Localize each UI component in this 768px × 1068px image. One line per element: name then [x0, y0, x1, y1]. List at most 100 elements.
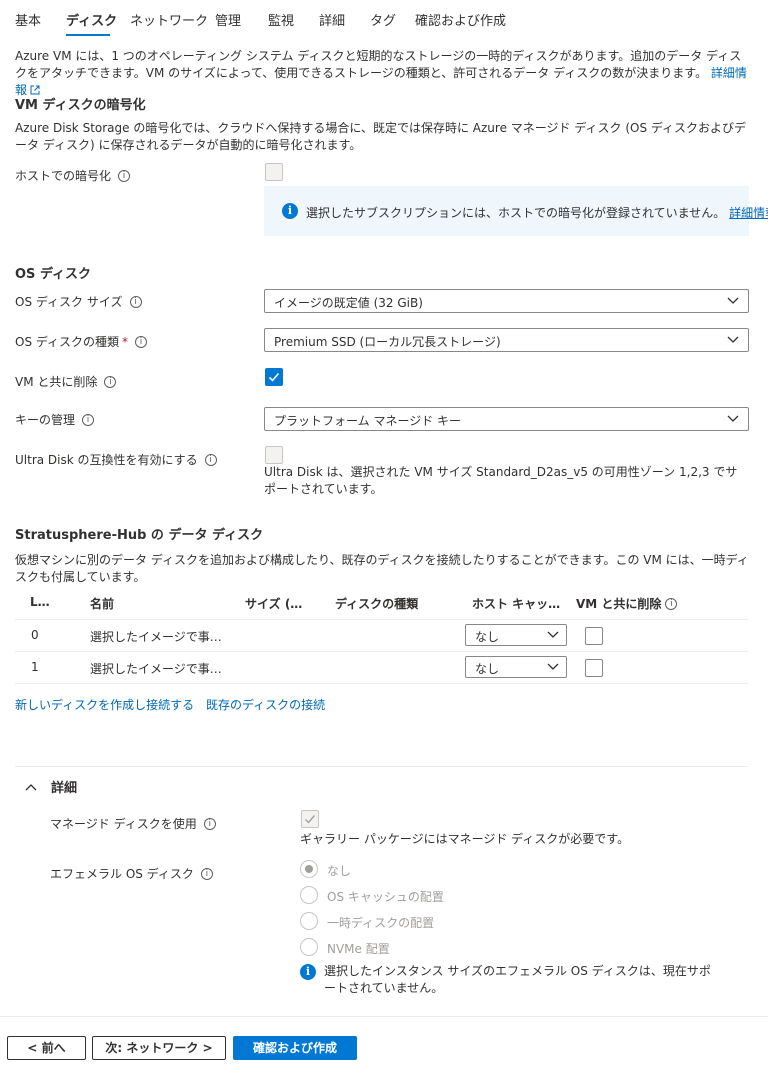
create-attach-disk-link[interactable]: 新しいディスクを作成し接続する [15, 696, 194, 713]
info-icon[interactable]: i [204, 453, 217, 466]
delete-with-vm-label-text: VM と共に削除 [15, 375, 98, 389]
tab-bar: 基本 ディスク ネットワーク 管理 監視 詳細 タグ 確認および作成 [0, 0, 768, 38]
tab-basics[interactable]: 基本 [15, 10, 41, 29]
row-divider [15, 683, 748, 684]
tab-management[interactable]: 管理 [215, 10, 241, 29]
ephemeral-os-disk-label: エフェメラル OS ディスク i [50, 865, 213, 882]
column-header-delete-with-vm-text: VM と共に削除 [576, 597, 662, 611]
tab-tags[interactable]: タグ [370, 10, 396, 29]
key-management-dropdown[interactable]: プラットフォーム マネージド キー [264, 407, 749, 431]
tab-advanced[interactable]: 詳細 [319, 10, 345, 29]
checkmark-icon [305, 815, 316, 824]
data-disks-description: 仮想マシンに別のデータ ディスクを追加および構成したり、既存のディスクを接続した… [15, 553, 749, 584]
os-disk-type-label-text: OS ディスクの種類 [15, 335, 120, 349]
notice-text-wrap: 選択したサブスクリプションには、ホストでの暗号化が登録されていません。 詳細情報 [306, 204, 768, 221]
column-header-disk-type: ディスクの種類 [335, 597, 419, 611]
row-delete-with-vm-checkbox[interactable] [585, 659, 603, 677]
ultra-disk-checkbox[interactable] [265, 446, 283, 464]
ephemeral-note: 選択したインスタンス サイズのエフェメラル OS ディスクは、現在サポートされて… [324, 964, 711, 995]
info-icon[interactable]: i [82, 413, 95, 426]
chevron-down-icon [547, 663, 559, 670]
chevron-up-icon [25, 783, 37, 790]
notice-learn-more-label: 詳細情報 [729, 206, 768, 220]
managed-disks-label-text: マネージド ディスクを使用 [50, 817, 197, 831]
key-management-label-text: キーの管理 [15, 413, 76, 427]
info-icon[interactable]: i [200, 867, 213, 880]
host-encryption-label: ホストでの暗号化 i [15, 167, 131, 184]
chevron-down-icon [727, 336, 739, 343]
required-asterisk: * [122, 334, 129, 349]
encryption-description: Azure Disk Storage の暗号化では、クラウドへ保持する場合に、既… [15, 121, 747, 152]
os-disk-size-dropdown[interactable]: イメージの既定値 (32 GiB) [264, 289, 749, 313]
data-disks-heading: Stratusphere-Hub の データ ディスク [15, 528, 264, 543]
ultra-disk-label-text: Ultra Disk の互換性を有効にする [15, 453, 198, 467]
tab-disks[interactable]: ディスク [66, 10, 117, 29]
section-divider [15, 766, 748, 767]
os-disk-heading: OS ディスク [15, 267, 92, 282]
host-encryption-notice: i 選択したサブスクリプションには、ホストでの暗号化が登録されていません。 詳細… [264, 186, 768, 236]
host-cache-value: なし [475, 662, 500, 676]
ephemeral-option-nvme-radio[interactable] [300, 938, 318, 956]
info-icon[interactable]: i [118, 169, 131, 182]
tab-monitoring[interactable]: 監視 [268, 10, 294, 29]
managed-disks-label: マネージド ディスクを使用 i [50, 815, 216, 832]
previous-button[interactable]: < 前へ [7, 1036, 86, 1060]
advanced-section-toggle[interactable]: 詳細 [25, 777, 77, 796]
info-filled-icon: i [282, 203, 298, 219]
ephemeral-option-temp-disk-radio[interactable] [300, 912, 318, 930]
managed-disks-checkbox[interactable] [301, 810, 319, 828]
notice-learn-more-link[interactable]: 詳細情報 [729, 206, 768, 220]
info-icon[interactable]: i [135, 335, 148, 348]
os-disk-size-label-text: OS ディスク サイズ [15, 295, 123, 309]
row-divider [15, 651, 748, 652]
row-delete-with-vm-checkbox[interactable] [585, 627, 603, 645]
key-management-label: キーの管理 i [15, 411, 95, 428]
host-cache-dropdown[interactable]: なし [465, 656, 567, 678]
host-cache-dropdown[interactable]: なし [465, 624, 567, 646]
info-icon[interactable]: i [203, 817, 216, 830]
host-cache-value: なし [475, 630, 500, 644]
info-icon[interactable]: i [665, 597, 678, 610]
host-encryption-notice-text: 選択したサブスクリプションには、ホストでの暗号化が登録されていません。 [306, 206, 726, 220]
advanced-heading: 詳細 [51, 781, 78, 796]
column-header-name: 名前 [90, 597, 115, 611]
encryption-heading: VM ディスクの暗号化 [15, 98, 146, 113]
footer-divider [0, 1016, 768, 1017]
intro-text: Azure VM には、1 つのオペレーティング システム ディスクと短期的なス… [15, 48, 753, 99]
row-divider [15, 619, 748, 620]
ephemeral-option-none-radio[interactable] [300, 860, 318, 878]
delete-with-vm-checkbox[interactable] [265, 368, 283, 386]
attach-existing-disk-link[interactable]: 既存のディスクの接続 [206, 696, 325, 713]
column-header-delete-with-vm: VM と共に削除 i [576, 595, 678, 612]
chevron-down-icon [727, 297, 739, 304]
info-icon[interactable]: i [129, 295, 142, 308]
column-header-lun: L… [30, 595, 50, 609]
row-name: 選択したイメージで事… [90, 662, 222, 676]
column-header-host-cache: ホスト キャッ… [472, 597, 561, 611]
host-encryption-checkbox[interactable] [265, 163, 283, 181]
ephemeral-option-os-cache-radio[interactable] [300, 886, 318, 904]
os-disk-type-label: OS ディスクの種類 * i [15, 333, 148, 350]
key-management-value: プラットフォーム マネージド キー [274, 414, 462, 428]
next-networking-button[interactable]: 次: ネットワーク > [92, 1036, 226, 1060]
os-disk-type-value: Premium SSD (ローカル冗長ストレージ) [274, 335, 501, 349]
ephemeral-option-nvme-label: NVMe 配置 [327, 942, 390, 956]
host-encryption-label-text: ホストでの暗号化 [15, 169, 112, 183]
info-icon[interactable]: i [104, 375, 117, 388]
os-disk-type-dropdown[interactable]: Premium SSD (ローカル冗長ストレージ) [264, 328, 749, 352]
managed-disks-note: ギャラリー パッケージにはマネージド ディスクが必要です。 [300, 832, 630, 846]
review-create-button[interactable]: 確認および作成 [233, 1036, 357, 1060]
ephemeral-option-none-label: なし [327, 864, 352, 878]
ephemeral-os-disk-label-text: エフェメラル OS ディスク [50, 867, 194, 881]
ephemeral-option-os-cache-label: OS キャッシュの配置 [327, 890, 444, 904]
row-lun: 0 [31, 628, 39, 642]
tab-networking[interactable]: ネットワーク [130, 10, 208, 29]
info-filled-icon: i [300, 964, 316, 980]
row-name: 選択したイメージで事… [90, 630, 222, 644]
tab-review-create[interactable]: 確認および作成 [415, 10, 506, 29]
ephemeral-option-temp-disk-label: 一時ディスクの配置 [327, 916, 435, 930]
row-lun: 1 [31, 660, 39, 674]
intro-description: Azure VM には、1 つのオペレーティング システム ディスクと短期的なス… [15, 49, 742, 80]
os-disk-size-label: OS ディスク サイズ i [15, 293, 142, 310]
checkmark-icon [268, 372, 280, 382]
